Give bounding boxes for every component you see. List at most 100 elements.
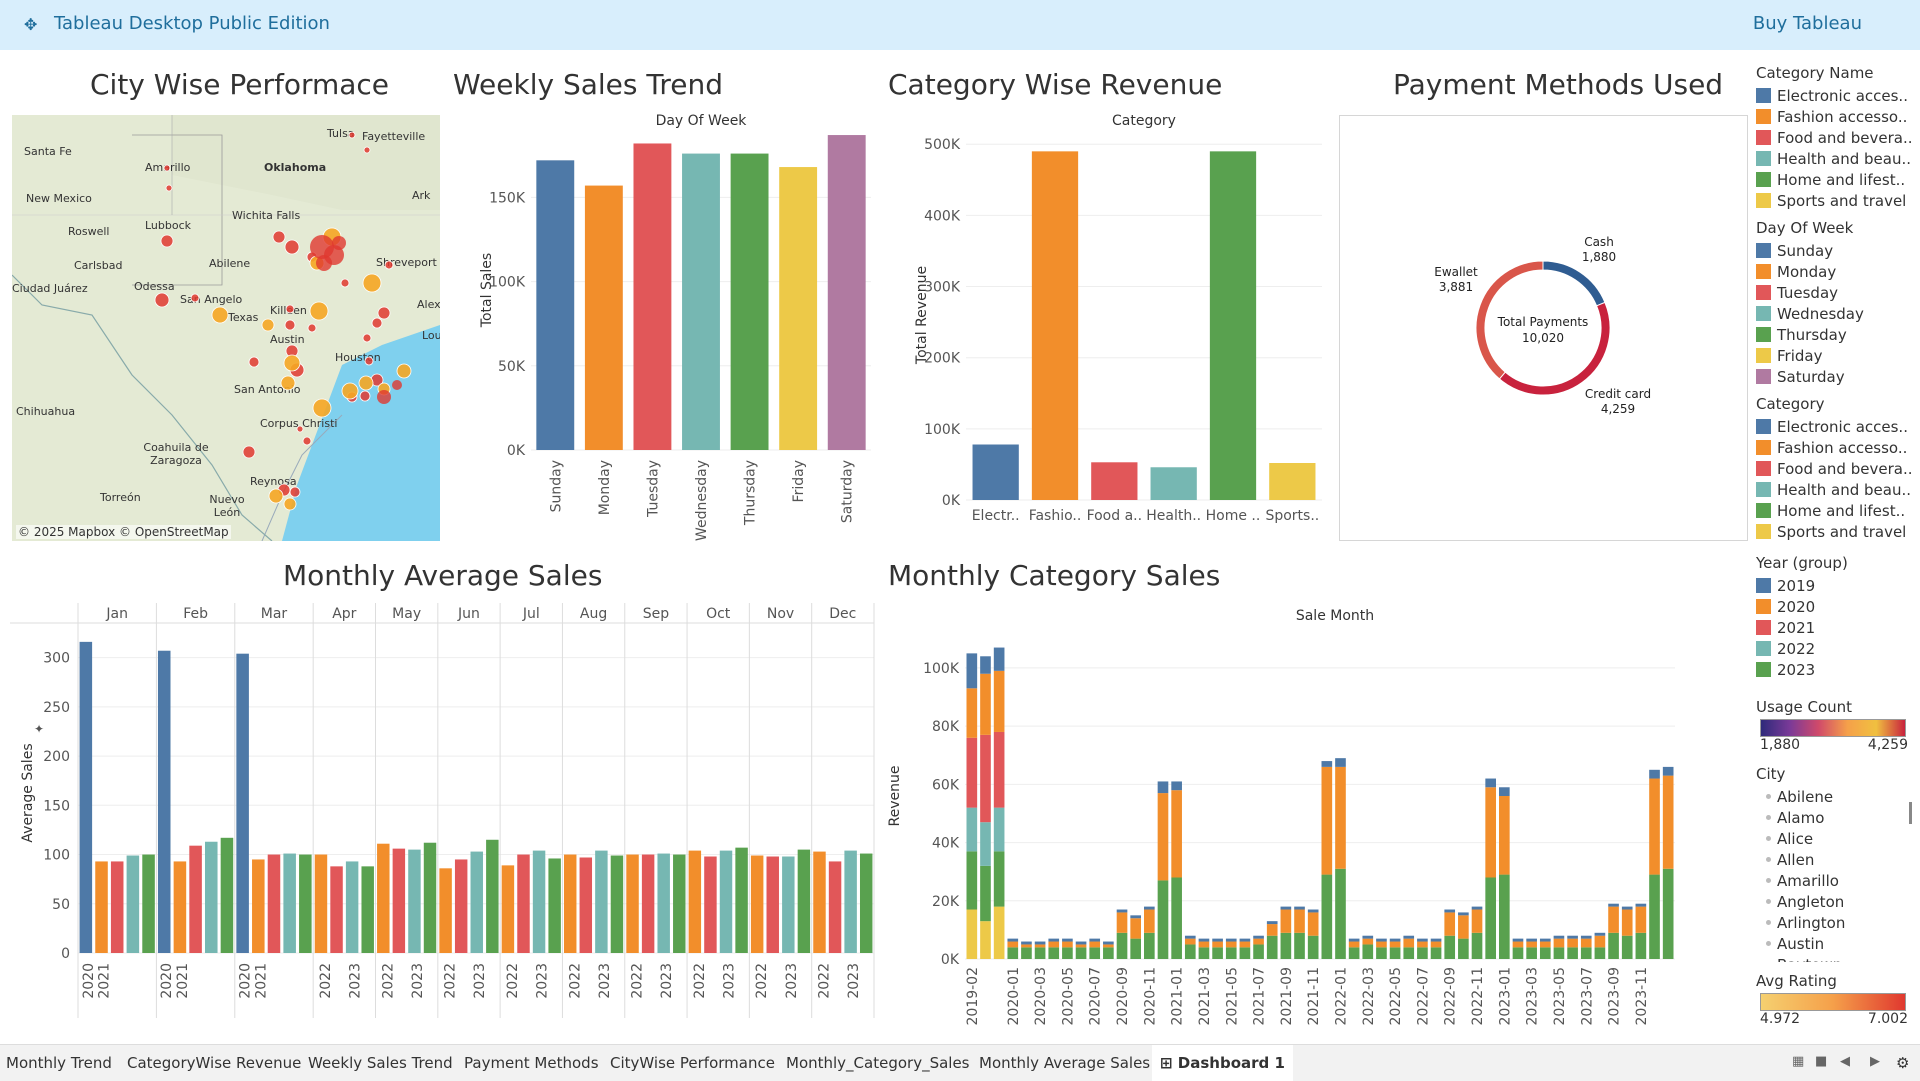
stacked-bar-segment[interactable] [1608, 932, 1619, 959]
stacked-bar-segment[interactable] [1007, 938, 1019, 942]
stacked-bar-segment[interactable] [1307, 909, 1319, 913]
stacked-bar-segment[interactable] [1075, 947, 1087, 959]
bar[interactable] [1209, 151, 1257, 500]
tab-categorywise-revenue[interactable]: CategoryWise Revenue [127, 1054, 301, 1072]
stacked-bar-segment[interactable] [1662, 766, 1674, 776]
stacked-bar-segment[interactable] [1225, 941, 1237, 948]
stacked-bar-segment[interactable] [1362, 938, 1374, 945]
stacked-bar-segment[interactable] [1062, 947, 1073, 959]
stacked-bar-segment[interactable] [1430, 941, 1442, 948]
pie-slice[interactable] [1542, 260, 1606, 307]
stacked-bar-segment[interactable] [1294, 909, 1305, 933]
stacked-bar-segment[interactable] [1130, 918, 1141, 939]
bar[interactable] [813, 851, 826, 953]
stacked-bar-segment[interactable] [1157, 781, 1169, 794]
bar[interactable] [79, 641, 93, 953]
stacked-bar-segment[interactable] [1348, 941, 1360, 948]
stacked-bar-segment[interactable] [1389, 947, 1401, 959]
bar[interactable] [517, 854, 530, 953]
legend-item[interactable]: Sports and travel [1756, 190, 1920, 211]
bar[interactable] [220, 837, 234, 953]
stacked-bar-segment[interactable] [1321, 874, 1333, 959]
stacked-bar-segment[interactable] [1649, 874, 1660, 959]
legend-item[interactable]: Sunday [1756, 240, 1920, 261]
stacked-bar-segment[interactable] [1376, 938, 1387, 942]
bar[interactable] [657, 853, 670, 953]
stacked-bar-segment[interactable] [1471, 909, 1483, 933]
stacked-bar-segment[interactable] [1376, 947, 1387, 959]
legend-item[interactable]: Food and bevera.. [1756, 458, 1920, 479]
stacked-bar-segment[interactable] [1362, 944, 1374, 959]
stacked-bar-segment[interactable] [966, 688, 978, 738]
stacked-bar-segment[interactable] [1062, 938, 1073, 942]
stacked-bar-segment[interactable] [1485, 877, 1496, 960]
stacked-bar-segment[interactable] [1239, 941, 1251, 948]
stacked-bar-segment[interactable] [1144, 932, 1155, 959]
stacked-bar-segment[interactable] [1635, 906, 1647, 933]
stacked-bar-segment[interactable] [1621, 935, 1633, 959]
stacked-bar-segment[interactable] [1253, 935, 1264, 939]
stacked-bar-segment[interactable] [1567, 938, 1578, 948]
stacked-bar-segment[interactable] [1321, 761, 1333, 767]
bar[interactable] [782, 856, 795, 953]
stacked-bar-segment[interactable] [1662, 868, 1674, 959]
tab-payment-methods[interactable]: Payment Methods [464, 1054, 599, 1072]
stacked-bar-segment[interactable] [1089, 947, 1101, 959]
bar[interactable] [501, 865, 515, 953]
stacked-bar-segment[interactable] [1458, 912, 1469, 916]
stacked-bar-segment[interactable] [1512, 938, 1524, 942]
legend-item[interactable]: Monday [1756, 261, 1920, 282]
stacked-bar-segment[interactable] [1130, 938, 1141, 959]
film-strip-icon[interactable]: ■ [1815, 1054, 1827, 1069]
legend-item[interactable]: Friday [1756, 345, 1920, 366]
stacked-bar-segment[interactable] [1294, 906, 1305, 910]
stacked-bar-segment[interactable] [1184, 935, 1196, 939]
bar[interactable] [157, 650, 171, 953]
stacked-bar-segment[interactable] [993, 906, 1005, 959]
bar[interactable] [314, 854, 328, 953]
stacked-bar-segment[interactable] [966, 807, 978, 852]
stacked-bar-segment[interactable] [1198, 941, 1210, 948]
stacked-bar-segment[interactable] [1485, 787, 1496, 878]
stacked-bar-segment[interactable] [1034, 941, 1046, 945]
stacked-bar-segment[interactable] [1116, 909, 1128, 913]
stacked-bar-segment[interactable] [1266, 935, 1278, 959]
stacked-bar-segment[interactable] [1662, 775, 1674, 869]
stacked-bar-segment[interactable] [1621, 906, 1633, 910]
stacked-bar-segment[interactable] [1034, 944, 1046, 948]
bar[interactable] [95, 861, 108, 953]
settings-icon[interactable]: ⚙ [1896, 1054, 1909, 1072]
bar[interactable] [189, 845, 202, 953]
stacked-bar-segment[interactable] [966, 737, 978, 808]
stacked-bar-segment[interactable] [1225, 947, 1237, 959]
bar[interactable] [730, 153, 769, 450]
legend-item[interactable]: Health and beau.. [1756, 479, 1920, 500]
bar[interactable] [1091, 462, 1138, 500]
stacked-bar-segment[interactable] [1608, 906, 1619, 933]
bar[interactable] [173, 861, 187, 953]
stacked-bar-segment[interactable] [1499, 874, 1510, 959]
stacked-bar-segment[interactable] [1021, 947, 1032, 959]
bar[interactable] [454, 859, 468, 953]
stacked-bar-segment[interactable] [1608, 903, 1619, 907]
stacked-bar-segment[interactable] [993, 670, 1005, 732]
legend-item[interactable]: 2020 [1756, 596, 1920, 617]
stacked-bar-segment[interactable] [1089, 941, 1101, 948]
stacked-bar-segment[interactable] [1021, 941, 1032, 945]
bar[interactable] [1150, 467, 1197, 500]
pin-icon[interactable]: ✦ [34, 722, 44, 736]
stacked-bar-segment[interactable] [1130, 915, 1141, 919]
bar[interactable] [408, 849, 421, 953]
bar[interactable] [584, 185, 623, 450]
legend-item[interactable]: Health and beau.. [1756, 148, 1920, 169]
bar[interactable] [610, 855, 624, 953]
stacked-bar-segment[interactable] [980, 865, 991, 922]
bar[interactable] [470, 851, 483, 953]
stacked-bar-segment[interactable] [993, 807, 1005, 852]
legend-item[interactable]: Sports and travel [1756, 521, 1920, 542]
legend-item[interactable]: Home and lifest.. [1756, 500, 1920, 521]
stacked-bar-segment[interactable] [1444, 912, 1456, 936]
city-filter-item[interactable]: Allen [1756, 849, 1920, 870]
bar[interactable] [735, 847, 748, 953]
stacked-bar-segment[interactable] [1103, 947, 1114, 959]
